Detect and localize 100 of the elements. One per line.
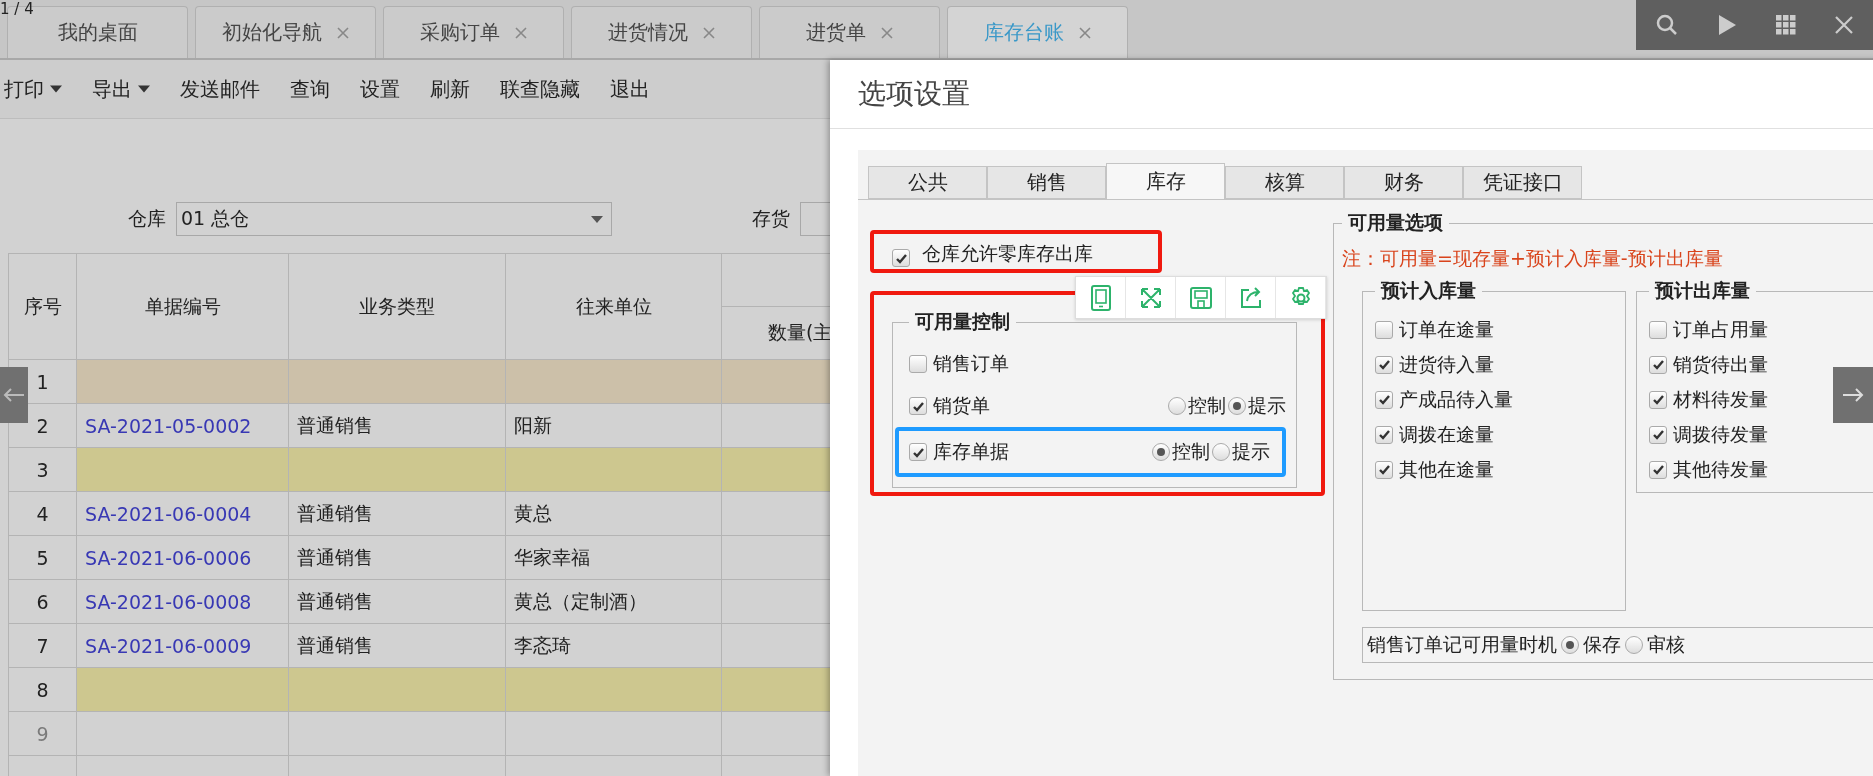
close-icon[interactable] [701,25,716,40]
radio-label: 控制 [1172,439,1210,464]
table-cell: 黄总（定制酒） [506,580,722,624]
toolbar-button[interactable]: 退出 [610,75,650,103]
radio-button[interactable] [1152,443,1170,461]
arrow-right-icon [1841,387,1865,403]
checkmark-icon [1651,463,1665,476]
checkbox-label: 订单占用量 [1673,316,1768,342]
checkmark-icon [1651,358,1665,371]
next-button[interactable] [1833,367,1873,423]
tab[interactable]: 公共 [868,166,987,199]
option-label: 销售订单记可用量时机 [1367,632,1557,657]
play-icon[interactable] [1717,14,1738,36]
checkbox[interactable] [1649,460,1667,479]
expand-icon[interactable] [1138,285,1163,310]
radio-button[interactable] [1228,397,1246,415]
toolbar-button[interactable]: 联查隐藏 [500,75,580,103]
checkbox-label: 其他在途量 [1399,456,1494,482]
radio-dot [1157,448,1165,456]
checkbox-label: 调拨在途量 [1399,421,1494,447]
checkbox-label: 其他待发量 [1673,456,1768,482]
checkmark-icon [1651,428,1665,441]
checkbox-label: 库存单据 [933,439,1009,464]
note-text: 注：可用量=现存量+预计入库量-预计出库量 [1342,246,1724,271]
checkmark-icon [1651,393,1665,406]
warehouse-select[interactable]: 01 总仓 [176,202,612,236]
radio-button[interactable] [1212,443,1230,461]
close-icon[interactable] [335,25,350,40]
toolbar-button[interactable]: 导出 [92,75,150,103]
checkbox-label: 进货待入量 [1399,351,1494,377]
checkmark-icon [1377,393,1391,406]
close-icon[interactable] [513,25,528,40]
grid-icon[interactable] [1775,15,1796,35]
tab[interactable]: 凭证接口 [1463,166,1582,199]
tab[interactable]: 财务 [1344,166,1463,199]
checkbox[interactable] [1649,355,1667,374]
radio-label: 提示 [1248,393,1286,418]
row-number: 9 [9,712,77,756]
table-cell[interactable]: SA-2021-06-0004 [77,492,289,536]
checkbox[interactable] [1375,390,1393,409]
table-cell: 普通销售 [289,536,506,580]
close-icon[interactable] [879,25,894,40]
radio-label: 控制 [1188,393,1226,418]
checkmark-icon [1377,463,1391,476]
checkbox-label: 销货待出量 [1673,351,1768,377]
radio-label: 保存 [1583,632,1621,657]
checkbox[interactable] [1649,390,1667,409]
checkbox-label: 订单在途量 [1399,316,1494,342]
tab[interactable]: 采购订单 [383,6,564,58]
tab[interactable]: 进货情况 [571,6,752,58]
tab[interactable]: 进货单 [759,6,940,58]
table-cell[interactable]: SA-2021-06-0008 [77,580,289,624]
checkbox[interactable] [1649,320,1667,339]
checkbox[interactable] [892,249,910,267]
toolbar-button[interactable]: 查询 [290,75,330,103]
radio-button[interactable] [1625,636,1643,654]
radio-button[interactable] [1168,397,1186,415]
radio-button[interactable] [1561,636,1579,654]
checkbox[interactable] [1375,460,1393,479]
save-icon[interactable] [1188,285,1213,310]
tablet-icon[interactable] [1089,283,1112,312]
radio-dot [1233,402,1241,410]
checkbox[interactable] [909,443,927,461]
checkbox-label: 销货单 [933,393,990,418]
table-cell: 黄总 [506,492,722,536]
row-number: 5 [9,536,77,580]
checkbox[interactable] [909,355,927,373]
share-icon[interactable] [1238,285,1263,310]
checkbox-label: 材料待发量 [1673,386,1768,412]
toolbar-button[interactable]: 发送邮件 [180,75,260,103]
row-number: 7 [9,624,77,668]
checkbox[interactable] [909,397,927,415]
tab[interactable]: 销售 [987,166,1106,199]
table-cell: 普通销售 [289,580,506,624]
radio-label: 审核 [1647,632,1685,657]
checkmark-icon [1377,358,1391,371]
checkbox[interactable] [1375,425,1393,444]
checkbox[interactable] [1375,355,1393,374]
toolbar-button[interactable]: 设置 [360,75,400,103]
checkbox[interactable] [1375,320,1393,339]
table-cell: 华家幸福 [506,536,722,580]
tab[interactable]: 库存 [1106,163,1225,199]
radio-label: 提示 [1232,439,1270,464]
checkbox-label: 产成品待入量 [1399,386,1513,412]
checkbox-label: 仓库允许零库存出库 [922,241,1093,266]
checkmark-icon [1377,428,1391,441]
previous-button[interactable] [0,367,28,423]
tab[interactable]: 核算 [1225,166,1344,199]
checkbox[interactable] [1649,425,1667,444]
tab[interactable]: 初始化导航 [195,6,376,58]
radio-dot [1566,641,1574,649]
group-title: 可用量控制 [914,309,1011,334]
table-cell[interactable]: SA-2021-06-0006 [77,536,289,580]
group-title: 可用量选项 [1347,210,1444,235]
row-number: 4 [9,492,77,536]
close-icon[interactable] [1077,25,1092,40]
toolbar-button[interactable]: 刷新 [430,75,470,103]
close-icon[interactable] [1833,15,1854,35]
toolbar-button[interactable]: 打印 [4,75,62,103]
checkbox-label: 调拨待发量 [1673,421,1768,447]
